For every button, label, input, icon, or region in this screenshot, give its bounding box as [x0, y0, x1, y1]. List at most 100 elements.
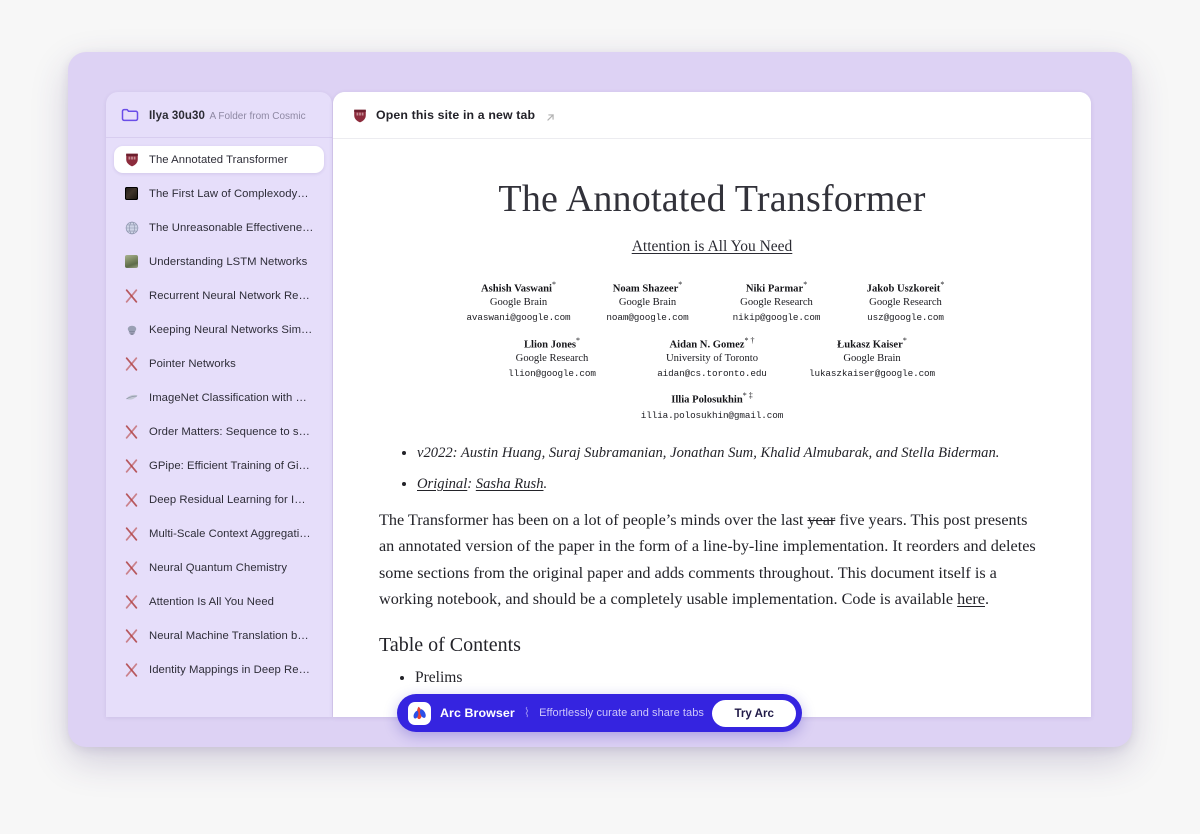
page-title: The Annotated Transformer — [498, 178, 926, 220]
credit-tail: . — [543, 476, 548, 493]
arc-tagline: Effortlessly curate and share tabs — [539, 707, 704, 719]
author-footnote-marker: * — [940, 280, 945, 289]
app-window: Ilya 30u30 A Folder from Cosmic The Anno… — [68, 52, 1132, 747]
harvard-crest-icon — [124, 152, 139, 167]
author-footnote-marker: * — [803, 280, 808, 289]
sidebar-list: The Annotated Transformer The First Law o… — [106, 138, 332, 683]
author-affiliation: Google Research — [869, 297, 942, 309]
sidebar-item[interactable]: Pointer Networks — [114, 350, 324, 377]
arc-brand-label: Arc Browser — [440, 706, 515, 720]
author-affiliation: Google Brain — [843, 353, 901, 365]
author-name: Llion Jones* — [523, 335, 581, 351]
open-site-in-new-tab-button[interactable]: Open this site in a new tab — [353, 108, 556, 123]
struck-word: year — [807, 511, 836, 530]
sidebar-item[interactable]: Deep Residual Learning for Ima… — [114, 486, 324, 513]
sidebar-item[interactable]: The Unreasonable Effectivenes… — [114, 214, 324, 241]
credit-author-link[interactable]: Sasha Rush — [476, 476, 544, 492]
author-footnote-marker: * † — [744, 335, 755, 345]
sidebar: Ilya 30u30 A Folder from Cosmic The Anno… — [106, 92, 332, 717]
author-name: Noam Shazeer* — [612, 280, 683, 295]
author-email: aidan@cs.toronto.edu — [657, 368, 767, 380]
sidebar-item-label: Multi-Scale Context Aggregatio… — [149, 527, 314, 540]
author-email: usz@google.com — [867, 312, 944, 324]
sidebar-item[interactable]: Identity Mappings in Deep Resi… — [114, 656, 324, 683]
toc-heading: Table of Contents — [379, 634, 521, 657]
topbar-label: Open this site in a new tab — [376, 108, 536, 122]
sidebar-item-label: ImageNet Classification with D… — [149, 391, 314, 404]
author-row: Llion Jones* Google Research llion@google.… — [379, 336, 1045, 380]
author-entry: Jakob Uszkoreit* Google Research usz@googl… — [841, 280, 970, 324]
sidebar-item[interactable]: ImageNet Classification with D… — [114, 384, 324, 411]
sidebar-item[interactable]: GPipe: Efficient Training of Gian… — [114, 452, 324, 479]
document-subtitle-link[interactable]: Attention is All You Need — [379, 238, 1045, 256]
arxiv-icon — [124, 662, 139, 677]
intro-text-part3: . — [984, 589, 990, 608]
sidebar-item[interactable]: Neural Quantum Chemistry — [114, 554, 324, 581]
author-email: llion@google.com — [508, 368, 596, 380]
list-item: v2022: Austin Huang, Suraj Subramanian, … — [417, 445, 1045, 462]
arxiv-icon — [124, 288, 139, 303]
sidebar-item-label: Neural Machine Translation by … — [149, 629, 314, 642]
toc-item[interactable]: Prelims — [415, 669, 1045, 687]
sidebar-item[interactable]: Attention Is All You Need — [114, 588, 324, 615]
author-name: Niki Parmar* — [745, 280, 808, 295]
arxiv-icon — [124, 526, 139, 541]
sidebar-item-label: Understanding LSTM Networks — [149, 255, 308, 268]
sidebar-item-label: Attention Is All You Need — [149, 595, 274, 608]
panel-topbar: Open this site in a new tab — [333, 92, 1091, 139]
folder-title: Ilya 30u30 — [149, 110, 205, 122]
leaf-icon — [124, 390, 139, 405]
sidebar-item[interactable]: The Annotated Transformer — [114, 146, 324, 173]
sidebar-item[interactable]: The First Law of Complexodyna… — [114, 180, 324, 207]
author-entry: Illia Polosukhin* ‡ illia.polosukhin@gmai… — [602, 391, 822, 421]
sidebar-item[interactable]: Order Matters: Sequence to se… — [114, 418, 324, 445]
sidebar-item-label: Neural Quantum Chemistry — [149, 561, 288, 574]
author-email: avaswani@google.com — [466, 312, 571, 324]
sidebar-item[interactable]: Keeping Neural Networks Simpl… — [114, 316, 324, 343]
try-arc-button[interactable]: Try Arc — [712, 699, 796, 727]
author-name: Ashish Vaswani* — [481, 280, 556, 295]
sidebar-item[interactable]: Understanding LSTM Networks — [114, 248, 324, 275]
sidebar-item-label: The First Law of Complexodyna… — [149, 187, 314, 200]
sidebar-item-label: The Annotated Transformer — [149, 153, 288, 166]
code-here-link[interactable]: here — [957, 590, 985, 608]
arxiv-icon — [124, 594, 139, 609]
document-body: The Annotated Transformer Attention is A… — [333, 139, 1091, 717]
credit-lead: v2022: — [417, 445, 458, 462]
author-email: noam@google.com — [606, 312, 689, 324]
folder-header[interactable]: Ilya 30u30 A Folder from Cosmic — [106, 92, 332, 138]
author-affiliation: Google Research — [515, 353, 589, 365]
credit-text: : — [467, 476, 476, 493]
author-affiliation: Google Research — [740, 297, 813, 309]
author-name: Aidan N. Gomez* † — [669, 335, 755, 351]
sidebar-item-label: Keeping Neural Networks Simpl… — [149, 323, 314, 336]
arxiv-icon — [124, 356, 139, 371]
sidebar-item[interactable]: Neural Machine Translation by … — [114, 622, 324, 649]
author-entry: Ashish Vaswani* Google Brain avaswani@goog… — [454, 280, 583, 324]
arxiv-icon — [124, 628, 139, 643]
globe-icon — [124, 220, 139, 235]
author-footnote-marker: * — [576, 335, 581, 345]
sidebar-item[interactable]: Recurrent Neural Network Regu… — [114, 282, 324, 309]
author-name: Łukasz Kaiser* — [837, 335, 907, 351]
author-name: Illia Polosukhin* ‡ — [671, 391, 753, 406]
arc-promo-banner: Arc Browser ⌇ Effortlessly curate and sh… — [397, 694, 802, 732]
sidebar-item-label: GPipe: Efficient Training of Gian… — [149, 459, 314, 472]
folder-subtitle: A Folder from Cosmic — [209, 111, 306, 122]
brain-icon — [124, 322, 139, 337]
author-entry: Łukasz Kaiser* Google Brain lukaszkaiser@g… — [792, 336, 952, 380]
author-affiliation: Google Brain — [618, 297, 677, 309]
arxiv-icon — [124, 560, 139, 575]
toc-list: Prelims — [415, 669, 1045, 687]
credit-lead[interactable]: Original — [417, 476, 467, 492]
author-affiliation: University of Toronto — [665, 353, 759, 365]
sidebar-item-label: Deep Residual Learning for Ima… — [149, 493, 314, 506]
sidebar-item[interactable]: Multi-Scale Context Aggregatio… — [114, 520, 324, 547]
sidebar-item-label: Identity Mappings in Deep Resi… — [149, 663, 314, 676]
main-panel: Open this site in a new tab The Annotate… — [333, 92, 1091, 717]
intro-paragraph: The Transformer has been on a lot of peo… — [379, 507, 1039, 612]
author-footnote-marker: * ‡ — [742, 391, 753, 401]
credits-list: v2022: Austin Huang, Suraj Subramanian, … — [417, 445, 1045, 493]
author-email: illia.polosukhin@gmail.com — [640, 409, 784, 421]
author-affiliation: Google Brain — [489, 297, 548, 309]
